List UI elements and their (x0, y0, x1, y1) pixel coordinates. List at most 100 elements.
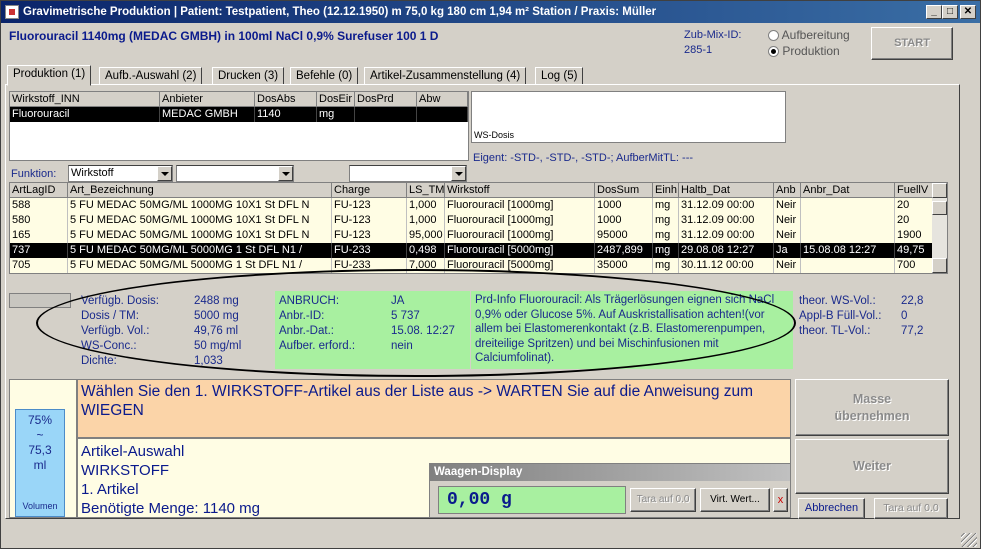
col-header[interactable]: Einh (653, 183, 679, 198)
table-cell: 29.08.08 12:27 (679, 243, 774, 258)
table-cell: Neir (774, 213, 801, 228)
col-header[interactable]: DosPrd (355, 92, 417, 107)
table-cell (801, 258, 895, 273)
ws-dosis-label: WS-Dosis (474, 130, 514, 140)
funktion-combo[interactable]: Wirkstoff (68, 165, 173, 182)
info-value: 22,8 (901, 295, 924, 307)
table-cell: 30.11.12 00:00 (679, 258, 774, 273)
col-header[interactable]: Anbr_Dat (801, 183, 895, 198)
tab-drucken[interactable]: Drucken (3) (212, 67, 285, 85)
volume-pct: 75% (27, 413, 53, 427)
info-key: Verfügb. Dosis: (81, 295, 159, 307)
col-header[interactable]: Wirkstoff (445, 183, 595, 198)
scroll-thumb[interactable] (932, 201, 947, 215)
table-cell: 1,000 (407, 198, 445, 213)
artikel-grid-header: ArtLagID Art_Bezeichnung Charge LS_TM Wi… (10, 183, 947, 198)
table-cell: 15.08.08 12:27 (801, 243, 895, 258)
horizontal-scrollbar[interactable] (9, 293, 71, 308)
table-row[interactable]: 705 5 FU MEDAC 50MG/ML 5000MG 1 St DFL N1… (10, 258, 947, 273)
wirkstoff-grid-header: Wirkstoff_INN Anbieter DosAbs DosEir Dos… (10, 92, 468, 107)
tab-artikel-zusammenstellung[interactable]: Artikel-Zusammenstellung (4) (364, 67, 527, 85)
table-cell: 0,498 (407, 243, 445, 258)
col-header[interactable]: Haltb_Dat (679, 183, 774, 198)
table-row-selected[interactable]: 737 5 FU MEDAC 50MG/ML 5000MG 1 St DFL N1… (10, 243, 947, 258)
tara-button[interactable]: Tara auf 0.0 (874, 498, 948, 519)
resize-grip[interactable] (961, 533, 977, 547)
col-header[interactable]: Charge (332, 183, 407, 198)
filter-combo-2[interactable] (176, 165, 294, 182)
chevron-down-icon[interactable] (451, 166, 466, 181)
tab-befehle[interactable]: Befehle (0) (290, 67, 359, 85)
eigent-text: Eigent: -STD-, -STD-, -STD-; AufberMitTL… (473, 152, 694, 164)
table-cell: 5 FU MEDAC 50MG/ML 1000MG 10X1 St DFL N (68, 198, 332, 213)
masse-uebernehmen-button[interactable]: Masse übernehmen (795, 379, 949, 436)
chevron-down-icon[interactable] (278, 166, 293, 181)
zubmix-id: 285-1 (684, 44, 713, 56)
waagen-tara-button[interactable]: Tara auf 0.0 (630, 488, 696, 512)
volume-unit: ml (33, 458, 47, 472)
maximize-button[interactable]: □ (942, 5, 958, 19)
col-header[interactable]: FuellV (895, 183, 933, 198)
volume-bar: 75% ~ 75,3 ml Volumen (15, 409, 65, 517)
prd-info-text: Prd-Info Fluorouracil: Als Trägerlösunge… (471, 291, 793, 369)
radio-produktion-label: Produktion (782, 44, 840, 58)
minimize-button[interactable]: _ (926, 5, 942, 19)
table-cell: 7,000 (407, 258, 445, 273)
table-row[interactable]: 588 5 FU MEDAC 50MG/ML 1000MG 10X1 St DFL… (10, 198, 947, 213)
tab-produktion[interactable]: Produktion (1) (7, 65, 92, 86)
table-cell: 5 FU MEDAC 50MG/ML 1000MG 10X1 St DFL N (68, 213, 332, 228)
col-header[interactable]: Anbieter (160, 92, 255, 107)
col-header[interactable]: DosSum (595, 183, 653, 198)
info-key: Appl-B Füll-Vol.: (799, 310, 882, 322)
table-cell: Neir (774, 258, 801, 273)
radio-produktion[interactable]: Produktion (768, 44, 840, 58)
start-button[interactable]: START (871, 27, 953, 60)
volume-value: 75,3 (28, 443, 52, 457)
radio-aufbereitung[interactable]: Aufbereitung (768, 28, 850, 42)
virt-wert-button[interactable]: Virt. Wert... (700, 488, 770, 512)
chevron-down-icon[interactable] (157, 166, 172, 181)
col-header[interactable]: ArtLagID (10, 183, 68, 198)
table-cell: MEDAC GMBH (160, 107, 255, 122)
wirkstoff-grid[interactable]: Wirkstoff_INN Anbieter DosAbs DosEir Dos… (9, 91, 469, 161)
info-value: 0 (901, 310, 908, 322)
instruction-text: Wählen Sie den 1. WIRKSTOFF-Artikel aus … (77, 379, 791, 438)
radio-produktion-circle[interactable] (768, 46, 779, 58)
table-cell: mg (653, 213, 679, 228)
artikel-grid[interactable]: ArtLagID Art_Bezeichnung Charge LS_TM Wi… (9, 182, 948, 274)
col-header[interactable]: Abw (417, 92, 468, 107)
artikel-grid-scrollbar[interactable] (932, 183, 947, 273)
col-header[interactable]: Art_Bezeichnung (68, 183, 332, 198)
scroll-down-icon[interactable] (932, 258, 947, 273)
table-row[interactable]: 580 5 FU MEDAC 50MG/ML 1000MG 10X1 St DFL… (10, 213, 947, 228)
col-header[interactable]: LS_TM (407, 183, 445, 198)
waagen-close-button[interactable]: x (773, 488, 788, 512)
tab-log[interactable]: Log (5) (535, 67, 584, 85)
col-header[interactable]: DosEir (317, 92, 355, 107)
product-title: Fluorouracil 1140mg (MEDAC GMBH) in 100m… (9, 29, 439, 43)
weiter-button[interactable]: Weiter (795, 439, 949, 494)
info-value: nein (391, 340, 413, 352)
radio-aufbereitung-circle[interactable] (768, 30, 779, 42)
tab-aufb-auswahl[interactable]: Aufb.-Auswahl (2) (99, 67, 203, 85)
col-header[interactable]: Wirkstoff_INN (10, 92, 160, 107)
table-row[interactable]: 165 5 FU MEDAC 50MG/ML 1000MG 10X1 St DFL… (10, 228, 947, 243)
table-cell: Neir (774, 198, 801, 213)
table-cell: FU-233 (332, 243, 407, 258)
table-cell (355, 107, 417, 122)
table-cell: Neir (774, 228, 801, 243)
close-button[interactable]: ✕ (960, 5, 976, 19)
col-header[interactable]: Anb (774, 183, 801, 198)
abbrechen-button[interactable]: Abbrechen (798, 498, 865, 519)
table-row[interactable]: Fluorouracil MEDAC GMBH 1140 mg (10, 107, 468, 122)
scroll-up-icon[interactable] (932, 183, 947, 198)
table-cell: 2487,899 (595, 243, 653, 258)
filter-combo-3[interactable] (349, 165, 467, 182)
anbruch-info: ANBRUCH: JA Anbr.-ID: 5 737 Anbr.-Dat.: … (275, 291, 470, 369)
main-window: Gravimetrische Produktion | Patient: Tes… (0, 0, 981, 549)
col-header[interactable]: DosAbs (255, 92, 317, 107)
zubmix-label: Zub-Mix-ID: (684, 29, 742, 41)
ws-dosis-box: WS-Dosis (471, 91, 786, 143)
table-cell: 20 (895, 213, 933, 228)
info-value: 50 mg/ml (194, 340, 242, 352)
